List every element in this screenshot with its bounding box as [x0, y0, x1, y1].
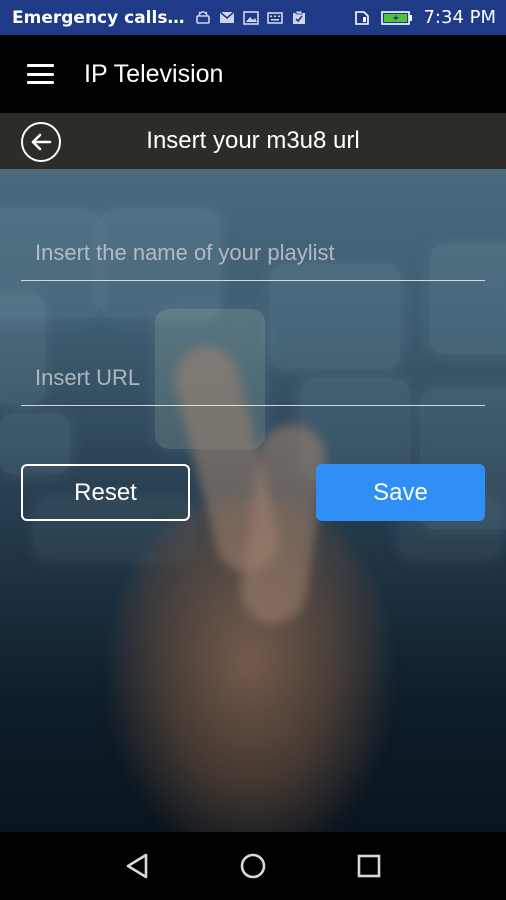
- image-icon: [242, 10, 260, 25]
- clipboard-icon: [290, 10, 308, 25]
- status-bar: Emergency calls… 7:34 PM: [0, 0, 506, 35]
- status-icons-right: 7:34 PM: [353, 7, 496, 28]
- status-time: 7:34 PM: [423, 7, 496, 28]
- status-icons-left: [194, 10, 308, 25]
- sim-icon: [353, 10, 371, 25]
- url-field[interactable]: [21, 344, 485, 406]
- page-title: Insert your m3u8 url: [146, 127, 360, 154]
- mail-icon: [218, 10, 236, 25]
- back-triangle-icon: [126, 853, 148, 879]
- app-title: IP Television: [84, 59, 224, 88]
- app-bar: IP Television: [0, 35, 506, 113]
- status-notification-text: Emergency calls…: [12, 7, 185, 28]
- navigation-bar: [0, 832, 506, 900]
- back-button[interactable]: [21, 122, 61, 162]
- reset-button[interactable]: Reset: [21, 464, 190, 521]
- nav-recents-button[interactable]: [353, 850, 385, 882]
- battery-charging-icon: [381, 10, 413, 25]
- android-icon: [194, 10, 212, 25]
- back-arrow-icon: [31, 133, 52, 151]
- keyboard-icon: [266, 10, 284, 25]
- playlist-name-input[interactable]: [35, 240, 485, 266]
- home-circle-icon: [240, 853, 266, 879]
- sub-header: Insert your m3u8 url: [0, 113, 506, 169]
- nav-back-button[interactable]: [121, 850, 153, 882]
- url-input[interactable]: [35, 365, 485, 391]
- hamburger-menu-button[interactable]: [0, 35, 80, 113]
- playlist-name-field[interactable]: [21, 219, 485, 281]
- hamburger-menu-icon: [26, 64, 54, 84]
- recents-square-icon: [357, 854, 381, 878]
- nav-home-button[interactable]: [237, 850, 269, 882]
- main-content: Reset Save: [0, 169, 506, 832]
- save-button[interactable]: Save: [316, 464, 485, 521]
